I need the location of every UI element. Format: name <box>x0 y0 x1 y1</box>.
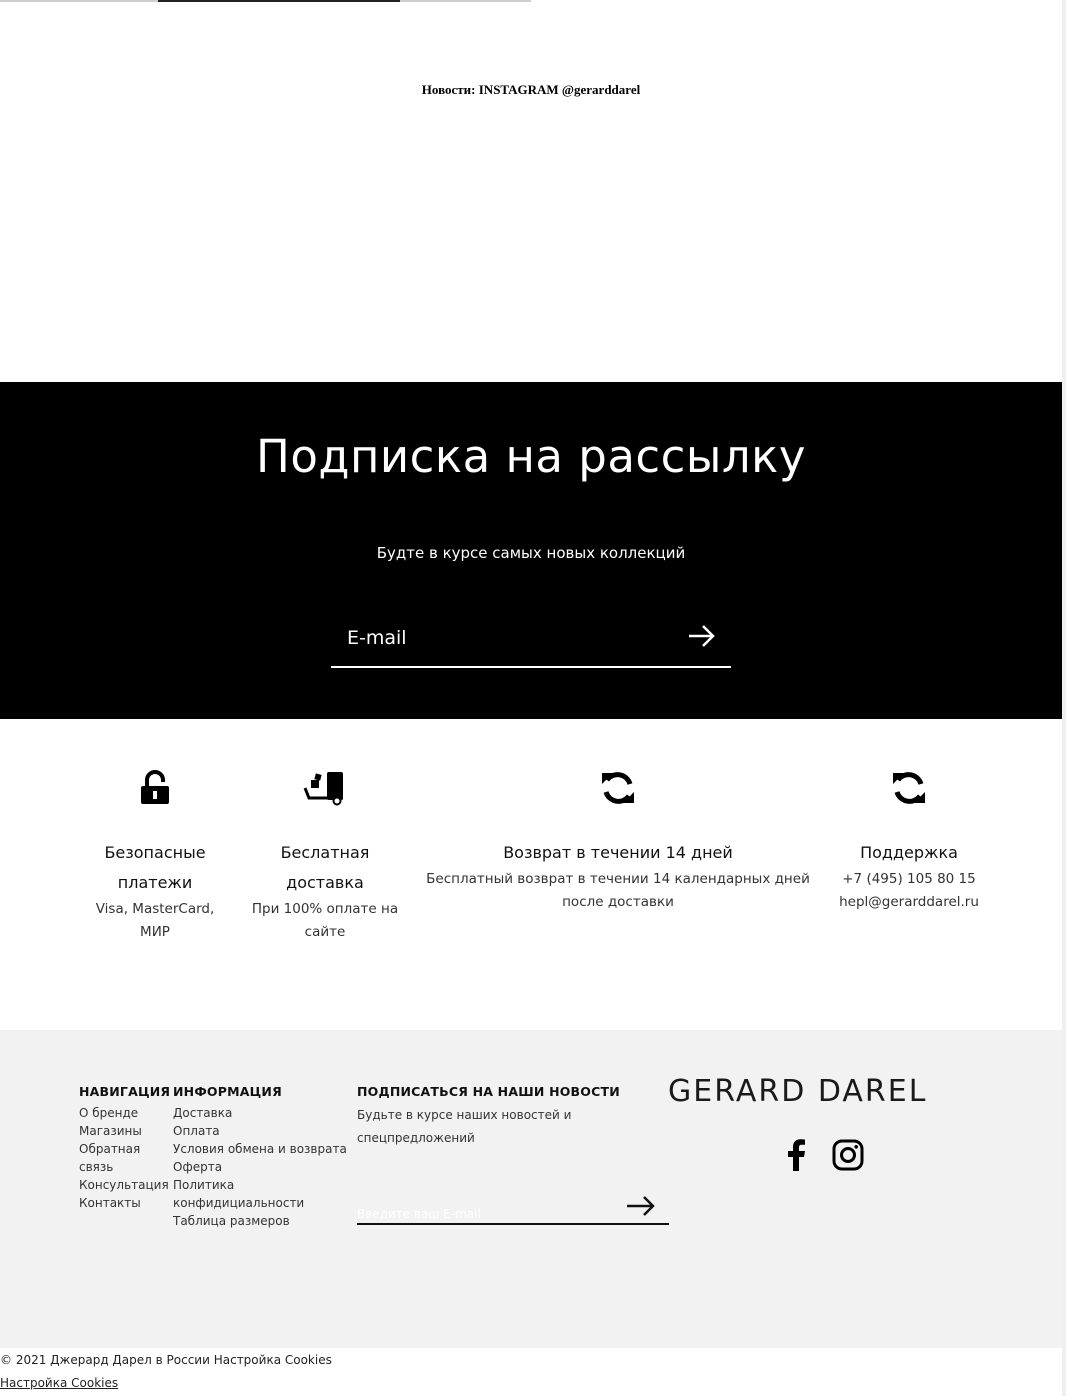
feature-desc: МИР <box>140 924 170 940</box>
subscribe-email-input[interactable] <box>331 620 671 656</box>
instagram-icon[interactable] <box>831 1138 865 1172</box>
support-email[interactable]: hepl@gerarddarel.ru <box>824 891 994 914</box>
footer-newsletter-form <box>357 1188 669 1225</box>
footer-email-input[interactable] <box>357 1204 607 1224</box>
refresh-icon <box>602 772 634 804</box>
footer-link-contacts[interactable]: Контакты <box>79 1194 174 1212</box>
feature-title: Безопасные <box>104 843 206 862</box>
footer-newsletter-text: Будьте в курсе наших новостей и спецпред… <box>357 1108 572 1145</box>
footer-newsletter-title: ПОДПИСАТЬСЯ НА НАШИ НОВОСТИ <box>357 1084 620 1099</box>
support-phone[interactable]: +7 (495) 105 80 15 <box>824 868 994 891</box>
feature-desc: Visa, MasterCard, <box>95 901 215 917</box>
feature-desc: сайте <box>304 924 346 940</box>
footer-link-consultation[interactable]: Консультация <box>79 1176 174 1194</box>
feature-desc: после доставки <box>562 894 674 910</box>
footer-link-feedback[interactable]: связь <box>79 1158 174 1176</box>
page-right-edge <box>1062 0 1066 1396</box>
footer-link-privacy[interactable]: Политика <box>173 1176 353 1194</box>
subscribe-subtitle: Будте в курсе самых новых коллекций <box>376 544 686 562</box>
facebook-icon[interactable] <box>780 1138 814 1172</box>
subscribe-form <box>331 608 731 668</box>
footer-nav-list: О бренде Магазины Обратная связь Консуль… <box>79 1104 174 1212</box>
feature-secure-payments: Безопасные платежи Visa, MasterCard, МИР <box>80 770 230 944</box>
footer-link-about[interactable]: О бренде <box>79 1104 174 1122</box>
feature-free-delivery: Беслатная доставка При 100% оплате на са… <box>245 770 405 944</box>
instagram-section-title: Новости: INSTAGRAM @gerarddarel <box>421 82 641 97</box>
cookie-settings-link[interactable]: Настройка Cookies <box>0 1376 118 1390</box>
top-image-strip-dark <box>158 0 400 2</box>
footer-link-size-chart[interactable]: Таблица размеров <box>173 1212 353 1230</box>
footer-info-title: ИНФОРМАЦИЯ <box>173 1084 282 1099</box>
feature-desc: При 100% оплате на <box>251 901 399 917</box>
footer-link-privacy[interactable]: конфидициальности <box>173 1194 353 1212</box>
footer-link-delivery[interactable]: Доставка <box>173 1104 353 1122</box>
footer-nav-title: НАВИГАЦИЯ <box>79 1084 171 1099</box>
footer-link-feedback[interactable]: Обратная <box>79 1140 174 1158</box>
unlock-icon <box>141 770 169 804</box>
footer-link-offer[interactable]: Оферта <box>173 1158 353 1176</box>
feature-title: платежи <box>117 873 193 892</box>
copyright-text: © 2021 Джерард Дарел в России Настройка … <box>0 1353 332 1367</box>
subscribe-section: Подписка на рассылку Будте в курсе самых… <box>0 382 1062 719</box>
footer-link-payment[interactable]: Оплата <box>173 1122 353 1140</box>
feature-title: Поддержка <box>860 843 958 862</box>
feature-title: Беслатная <box>280 843 370 862</box>
arrow-right-icon[interactable] <box>685 622 719 650</box>
footer-link-returns[interactable]: Условия обмена и возврата <box>173 1140 353 1158</box>
feature-returns: Возврат в течении 14 дней Бесплатный воз… <box>418 770 818 914</box>
brand-logo[interactable]: GERARD DAREL <box>668 1074 982 1109</box>
refresh-icon <box>893 772 925 804</box>
footer-info-list: Доставка Оплата Условия обмена и возврат… <box>173 1104 353 1230</box>
delivery-truck-icon <box>303 772 343 806</box>
footer-link-stores[interactable]: Магазины <box>79 1122 174 1140</box>
subscribe-title: Подписка на рассылку <box>256 430 806 483</box>
footer: НАВИГАЦИЯ О бренде Магазины Обратная свя… <box>0 1030 1062 1348</box>
feature-support: Поддержка +7 (495) 105 80 15 hepl@gerard… <box>824 770 994 914</box>
feature-title: доставка <box>286 873 364 892</box>
feature-desc: Бесплатный возврат в течении 14 календар… <box>426 871 810 887</box>
arrow-right-icon[interactable] <box>625 1194 657 1218</box>
feature-title: Возврат в течении 14 дней <box>503 843 733 862</box>
